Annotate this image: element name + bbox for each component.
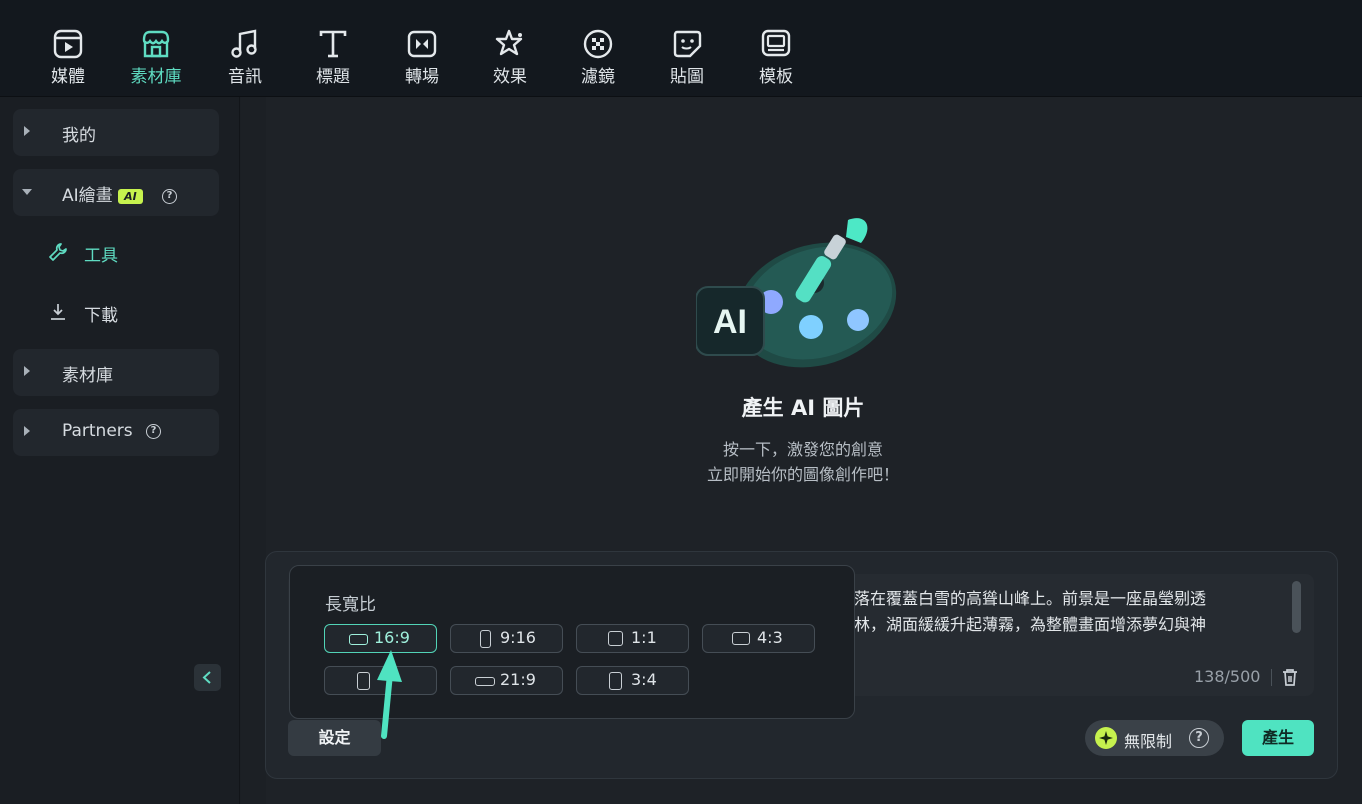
ratio-9-16-button[interactable]: 9:16 <box>450 624 563 653</box>
help-icon[interactable]: ? <box>146 423 162 439</box>
landscape-shape-icon <box>732 632 750 645</box>
download-icon <box>51 304 65 320</box>
sidebar-item-downloads[interactable]: 下載 <box>46 300 166 326</box>
unlimited-label: 無限制 <box>1124 732 1173 751</box>
portrait-shape-icon <box>609 672 622 690</box>
music-note-icon <box>231 29 257 58</box>
prompt-text: 光灑落在覆蓋白雪的高聳山峰上。前景是一座晶瑩剔透 松樹林，湖面緩緩升起薄霧，為整… <box>822 586 1288 638</box>
aspect-ratio-title: 長寬比 <box>325 595 376 615</box>
media-icon <box>53 29 83 59</box>
tab-label: 素材庫 <box>130 67 182 87</box>
ratio-label: 9:16 <box>500 628 536 647</box>
ratio-label: 3:4 <box>631 670 657 689</box>
sidebar-item-label: 素材庫 <box>62 366 113 386</box>
tab-label: 濾鏡 <box>581 67 615 87</box>
prompt-line: 松樹林，湖面緩緩升起薄霧，為整體畫面增添夢幻與神 <box>822 615 1207 634</box>
tab-label: 模板 <box>759 67 793 87</box>
tab-templates[interactable]: 模板 <box>736 28 816 88</box>
text-t-icon <box>319 30 347 58</box>
filter-icon <box>583 29 613 59</box>
sidebar-item-label-wrap: Partners ? <box>62 421 162 441</box>
chevron-right-icon <box>24 126 30 136</box>
tab-filters[interactable]: 濾鏡 <box>558 28 638 88</box>
sidebar-item-label-wrap: AI繪畫 AI ? <box>62 181 178 206</box>
tab-label: 貼圖 <box>670 67 704 87</box>
help-icon[interactable]: ? <box>162 188 178 204</box>
chevron-left-icon <box>202 671 211 684</box>
tab-label: 轉場 <box>405 67 439 87</box>
annotation-arrow-icon <box>377 650 402 739</box>
sidebar-item-partners[interactable]: Partners ? <box>13 409 219 456</box>
ratio-3-4-alt-button[interactable]: 3:4 <box>576 666 689 695</box>
ratio-label: 21:9 <box>500 670 536 689</box>
hero-title: 產生 AI 圖片 <box>741 396 865 420</box>
tab-transitions[interactable]: 轉場 <box>382 28 462 88</box>
ratio-label: 1:1 <box>631 628 657 647</box>
chevron-right-icon <box>24 366 30 376</box>
chevron-right-icon <box>24 426 30 436</box>
landscape-shape-icon <box>475 677 495 686</box>
character-counter: 138/500 <box>1194 667 1261 686</box>
sidebar-item-label: 工具 <box>84 246 118 266</box>
tab-library[interactable]: 素材庫 <box>116 28 196 88</box>
sidebar-item-label: 下載 <box>84 306 118 326</box>
top-toolbar: 媒體 素材庫 音訊 標題 轉場 效果 濾鏡 貼圖 模板 <box>0 0 1362 97</box>
tab-effects[interactable]: 效果 <box>470 28 550 88</box>
unlimited-credits-button[interactable]: 無限制 ? <box>1085 720 1224 756</box>
trash-icon[interactable] <box>1281 668 1299 687</box>
tab-label: 效果 <box>493 67 527 87</box>
ratio-4-3-button[interactable]: 4:3 <box>702 624 815 653</box>
sidebar-item-tools[interactable]: 工具 <box>46 240 166 266</box>
effects-star-icon <box>495 29 523 56</box>
sidebar-item-label: 我的 <box>62 126 96 146</box>
help-icon[interactable]: ? <box>1189 728 1209 748</box>
tab-audio[interactable]: 音訊 <box>205 28 285 88</box>
prompt-line: 光灑落在覆蓋白雪的高聳山峰上。前景是一座晶瑩剔透 <box>822 589 1207 608</box>
hero-subtitle-line2: 立即開始你的圖像創作吧！ <box>706 465 899 484</box>
transition-icon <box>407 30 437 58</box>
svg-text:AI: AI <box>713 303 747 341</box>
ratio-21-9-button[interactable]: 21:9 <box>450 666 563 695</box>
sidebar-item-label: AI繪畫 <box>62 186 113 206</box>
ai-badge: AI <box>118 188 143 204</box>
sticker-icon <box>673 30 702 58</box>
template-icon <box>761 29 791 57</box>
divider <box>1271 669 1272 686</box>
sparkle-icon <box>1095 727 1117 749</box>
ratio-label: 4:3 <box>757 628 783 647</box>
store-icon <box>142 30 170 58</box>
tab-titles[interactable]: 標題 <box>293 28 373 88</box>
tab-label: 標題 <box>316 67 350 87</box>
tab-label: 媒體 <box>51 67 85 87</box>
ai-palette-illustration: AI <box>696 218 897 368</box>
generate-button[interactable]: 產生 <box>1242 720 1314 756</box>
sidebar-item-library[interactable]: 素材庫 <box>13 349 219 396</box>
sidebar-item-my[interactable]: 我的 <box>13 109 219 156</box>
tab-media[interactable]: 媒體 <box>28 28 108 88</box>
tab-label: 音訊 <box>228 67 262 87</box>
square-shape-icon <box>608 631 623 646</box>
ratio-1-1-button[interactable]: 1:1 <box>576 624 689 653</box>
tab-stickers[interactable]: 貼圖 <box>647 28 727 88</box>
prompt-scrollbar[interactable] <box>1292 581 1301 633</box>
wrench-icon <box>49 243 67 261</box>
collapse-sidebar-button[interactable] <box>194 664 221 691</box>
chevron-down-icon <box>22 189 32 195</box>
sidebar-item-ai-drawing[interactable]: AI繪畫 AI ? <box>13 169 219 216</box>
hero-subtitle-line1: 按一下，激發您的創意 <box>722 440 883 459</box>
sidebar-item-label: Partners <box>62 421 133 441</box>
portrait-shape-icon <box>480 630 491 648</box>
